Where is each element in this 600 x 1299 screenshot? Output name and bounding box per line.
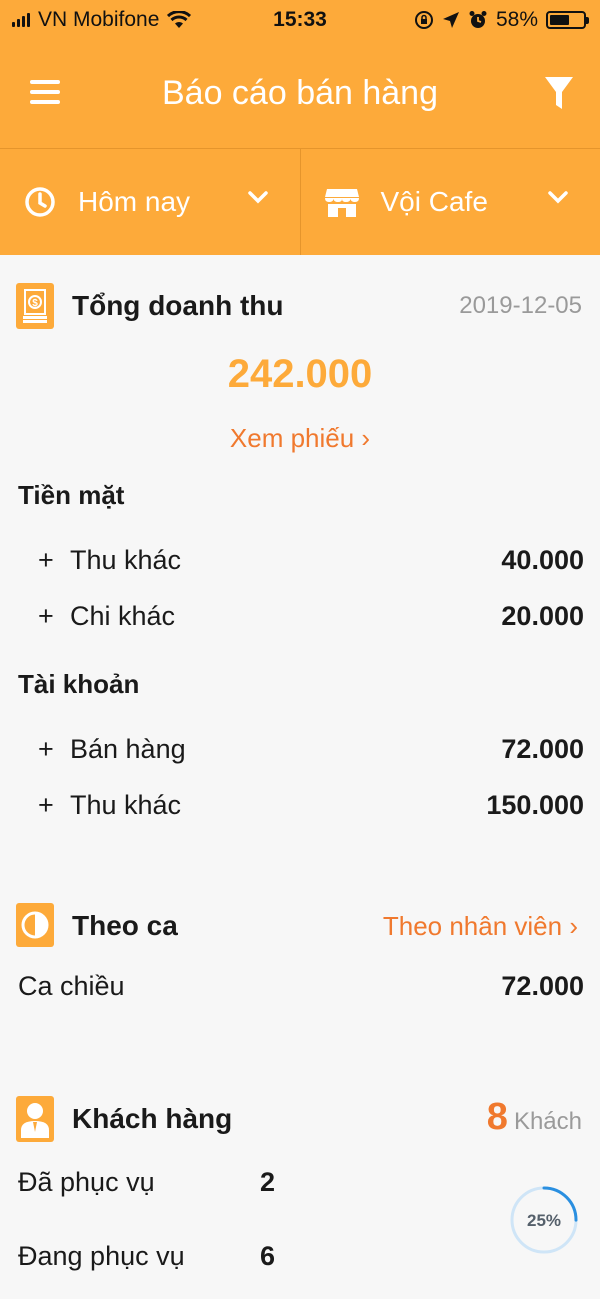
revenue-total: 242.000 bbox=[227, 352, 373, 396]
cash-title: Tiền mặt bbox=[18, 480, 125, 510]
plus-icon: + bbox=[38, 790, 54, 820]
item-label: Ca chiều bbox=[18, 971, 125, 1001]
alarm-icon bbox=[469, 11, 487, 28]
progress-ring: 25% bbox=[510, 1186, 578, 1254]
battery-percent: 58% bbox=[495, 8, 538, 31]
item-label: Chi khác bbox=[70, 601, 176, 631]
item-label: Thu khác bbox=[70, 545, 182, 575]
item-value: 150.000 bbox=[486, 790, 584, 820]
chevron-down-icon bbox=[548, 191, 568, 204]
by-employee-link[interactable]: Theo nhân viên › bbox=[383, 911, 578, 942]
header-area: VN Mobifone 15:33 58% Báo cáo bán hàng H… bbox=[0, 0, 600, 255]
user-icon bbox=[16, 1096, 54, 1142]
item-value: 40.000 bbox=[501, 545, 584, 575]
item-label: Bán hàng bbox=[70, 734, 186, 764]
item-label: Đã phục vụ bbox=[18, 1167, 155, 1197]
item-value: 72.000 bbox=[501, 971, 584, 1001]
store-icon bbox=[324, 186, 359, 218]
half-circle-icon bbox=[16, 903, 54, 947]
status-bar: VN Mobifone 15:33 58% bbox=[0, 0, 600, 40]
location-icon bbox=[442, 12, 459, 28]
shift-title: Theo ca bbox=[72, 910, 178, 941]
battery-icon bbox=[546, 11, 589, 29]
account-title: Tài khoản bbox=[18, 669, 140, 699]
item-value: 20.000 bbox=[501, 601, 584, 631]
plus-icon: + bbox=[38, 545, 54, 575]
plus-icon: + bbox=[38, 734, 54, 764]
money-icon: $ bbox=[16, 283, 54, 329]
item-label: Đang phục vụ bbox=[18, 1241, 185, 1271]
filter-selectors: Hôm nay Vội Cafe bbox=[0, 148, 600, 255]
svg-text:$: $ bbox=[32, 298, 38, 309]
item-value: 2 bbox=[260, 1167, 276, 1197]
report-date: 2019-12-05 bbox=[459, 292, 582, 319]
rotation-lock-icon bbox=[414, 11, 433, 29]
plus-icon: + bbox=[38, 601, 54, 631]
period-selector[interactable]: Hôm nay bbox=[0, 149, 300, 255]
store-label: Vội Cafe bbox=[380, 186, 488, 217]
customer-count-value: 8 bbox=[486, 1096, 508, 1138]
page-title: Báo cáo bán hàng bbox=[161, 74, 439, 112]
item-value: 6 bbox=[260, 1241, 276, 1271]
revenue-title: Tổng doanh thu bbox=[72, 290, 284, 321]
view-receipts-link[interactable]: Xem phiếu › bbox=[0, 423, 600, 454]
item-label: Thu khác bbox=[70, 790, 182, 820]
chevron-down-icon bbox=[247, 191, 268, 204]
customer-count-unit: Khách bbox=[513, 1108, 582, 1135]
store-selector[interactable]: Vội Cafe bbox=[299, 149, 600, 255]
clock-icon bbox=[24, 186, 56, 218]
nav-bar: Báo cáo bán hàng bbox=[0, 40, 600, 148]
period-label: Hôm nay bbox=[78, 186, 191, 217]
customer-count: 8 Khách bbox=[487, 1096, 582, 1139]
filter-icon[interactable] bbox=[544, 76, 574, 112]
item-value: 72.000 bbox=[501, 734, 584, 764]
progress-ring-label: 25% bbox=[527, 1211, 561, 1230]
customers-title: Khách hàng bbox=[72, 1103, 233, 1134]
